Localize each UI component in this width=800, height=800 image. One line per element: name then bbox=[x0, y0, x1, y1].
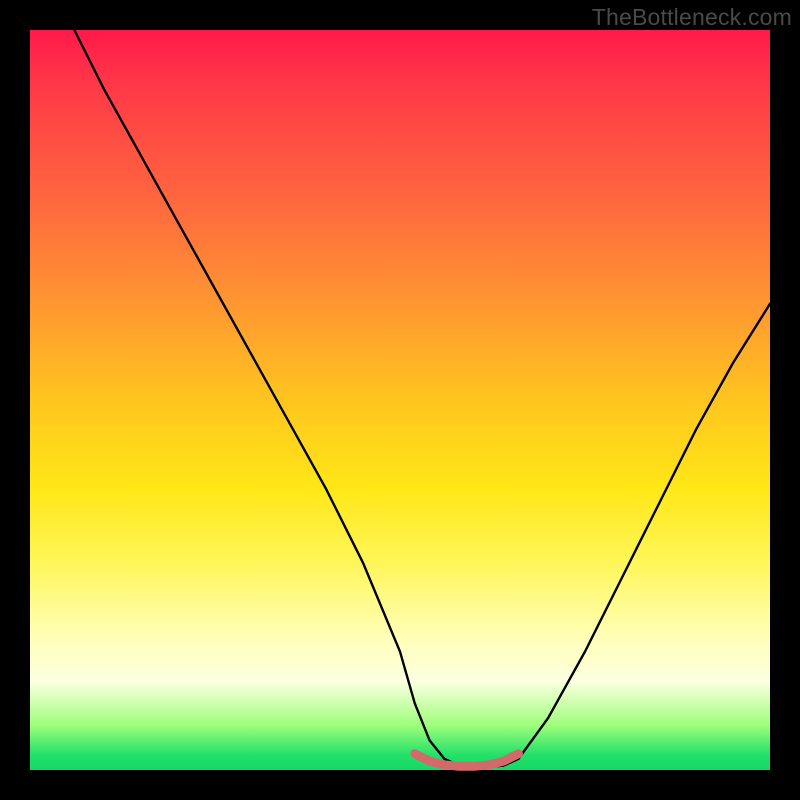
chart-plot-area bbox=[30, 30, 770, 770]
watermark-label: TheBottleneck.com bbox=[592, 4, 792, 31]
bottom-marker bbox=[415, 754, 519, 767]
chart-frame: TheBottleneck.com bbox=[0, 0, 800, 800]
chart-svg bbox=[30, 30, 770, 770]
bottleneck-curve bbox=[74, 30, 770, 767]
